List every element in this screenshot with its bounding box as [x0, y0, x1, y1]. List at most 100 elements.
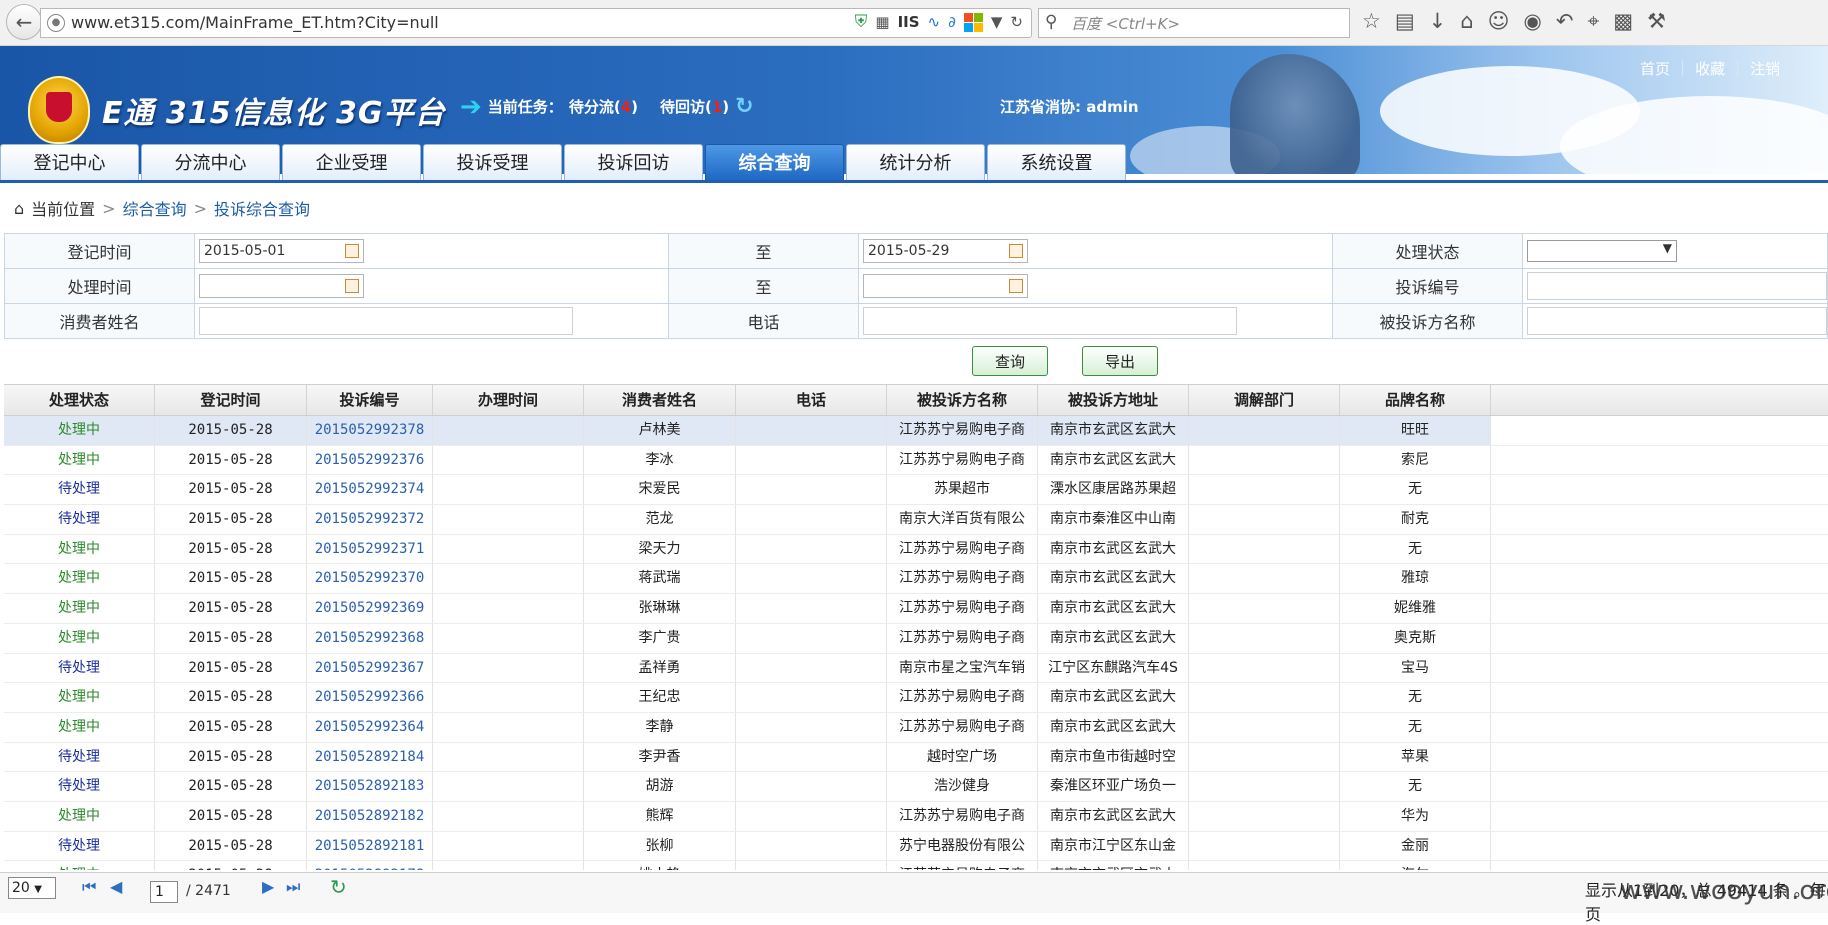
last-page-icon[interactable]: ⏭: [286, 877, 300, 897]
smiley-icon[interactable]: ☺: [1488, 9, 1510, 34]
reg-time-to-input[interactable]: 2015-05-29: [863, 239, 1028, 263]
table-row[interactable]: 处理中 2015-05-28 2015052992370 蒋武瑞 江苏苏宁易购电子商 南京…: [4, 564, 1828, 595]
proc-time-from-input[interactable]: [199, 274, 364, 298]
breadcrumb-level1[interactable]: 综合查询: [123, 196, 187, 220]
page-number-input[interactable]: 1: [150, 881, 178, 903]
table-row[interactable]: 待处理 2015-05-28 2015052892184 李尹香 越时空广场 南京市鱼市街…: [4, 742, 1828, 773]
task-dist-link[interactable]: 待分流(4): [569, 96, 638, 117]
page-size-select[interactable]: 20 ▼: [8, 877, 56, 899]
status-select[interactable]: ▼: [1527, 240, 1677, 262]
complaint-no-link[interactable]: 2015052892178: [307, 861, 433, 870]
complaint-no-link[interactable]: 2015052992368: [307, 623, 433, 653]
tab-complaint-accept[interactable]: 投诉受理: [423, 144, 562, 180]
col-phone[interactable]: 电话: [736, 385, 887, 415]
complaint-no-link[interactable]: 2015052992366: [307, 683, 433, 712]
complaint-no-link[interactable]: 2015052892181: [307, 831, 433, 861]
complaint-no-link[interactable]: 2015052992376: [307, 445, 433, 475]
reg-time-from-input[interactable]: 2015-05-01: [199, 239, 364, 263]
first-page-icon[interactable]: ⏮: [82, 877, 96, 897]
qr-code-icon[interactable]: ▦: [875, 13, 889, 31]
prev-page-icon[interactable]: ◀: [110, 877, 122, 896]
search-box[interactable]: ⚲ 百度 <Ctrl+K>: [1038, 8, 1350, 38]
next-page-icon[interactable]: ▶: [262, 877, 274, 896]
complaint-no-link[interactable]: 2015052992372: [307, 505, 433, 534]
complaint-no-link[interactable]: 2015052992364: [307, 712, 433, 742]
back-arrow-icon[interactable]: ←: [6, 4, 42, 40]
tab-register[interactable]: 登记中心: [0, 144, 139, 180]
refresh-icon[interactable]: ↻: [330, 875, 347, 899]
undo-icon[interactable]: ↶: [1556, 9, 1574, 34]
col-respondent[interactable]: 被投诉方名称: [887, 385, 1038, 415]
col-complaint-no[interactable]: 投诉编号: [307, 385, 433, 415]
table-row[interactable]: 待处理 2015-05-28 2015052992367 孟祥勇 南京市星之宝汽车销 江宁…: [4, 653, 1828, 684]
reload-icon[interactable]: ↻: [1010, 13, 1023, 31]
complaint-no-link[interactable]: 2015052992371: [307, 534, 433, 564]
table-row[interactable]: 处理中 2015-05-28 2015052992366 王纪忠 江苏苏宁易购电子商 南京…: [4, 683, 1828, 713]
table-row[interactable]: 处理中 2015-05-28 2015052992376 李冰 江苏苏宁易购电子商 南京市…: [4, 445, 1828, 476]
table-row[interactable]: 处理中2015-05-282015052892178 姚小艳 江苏苏宁易购电子商南京…: [4, 861, 1828, 870]
calendar-icon[interactable]: [345, 244, 359, 258]
dropdown-icon[interactable]: ▼: [991, 13, 1003, 31]
complaint-no-link[interactable]: 2015052992374: [307, 475, 433, 505]
complaint-no-link[interactable]: 2015052992378: [307, 416, 433, 445]
col-reg-time[interactable]: 登记时间: [155, 385, 307, 415]
col-status[interactable]: 处理状态: [4, 385, 155, 415]
tab-comprehensive-query[interactable]: 综合查询: [705, 144, 844, 180]
home-icon[interactable]: ⌂: [1460, 9, 1473, 34]
calendar-icon[interactable]: [1009, 244, 1023, 258]
col-handle-time[interactable]: 办理时间: [433, 385, 584, 415]
shield-icon[interactable]: ⛨: [855, 12, 868, 32]
tab-statistics[interactable]: 统计分析: [846, 144, 985, 180]
query-button[interactable]: 查询: [972, 346, 1048, 376]
table-row[interactable]: 处理中 2015-05-28 2015052992378 卢林美 江苏苏宁易购电子商 南京…: [4, 416, 1828, 446]
complaint-no-link[interactable]: 2015052892183: [307, 772, 433, 801]
proc-time-to-input[interactable]: [863, 274, 1028, 298]
complaint-no-link[interactable]: 2015052892182: [307, 801, 433, 831]
complaint-no-link[interactable]: 2015052992370: [307, 564, 433, 594]
consumer-input[interactable]: [199, 307, 573, 335]
tab-complaint-revisit[interactable]: 投诉回访: [564, 144, 703, 180]
breadcrumb-level2[interactable]: 投诉综合查询: [214, 196, 310, 220]
table-row[interactable]: 待处理 2015-05-28 2015052992374 宋爱民 苏果超市 溧水区康居路苏…: [4, 475, 1828, 506]
complaint-no-link[interactable]: 2015052992369: [307, 594, 433, 623]
complaint-no-input[interactable]: [1527, 272, 1827, 300]
table-row[interactable]: 处理中 2015-05-28 2015052892182 熊辉 江苏苏宁易购电子商 南京市…: [4, 801, 1828, 832]
tool-icon[interactable]: ⚒: [1647, 9, 1666, 34]
reader-icon[interactable]: ▤: [1395, 9, 1415, 34]
favorite-link[interactable]: 收藏: [1695, 58, 1725, 79]
col-address[interactable]: 被投诉方地址: [1038, 385, 1189, 415]
table-row[interactable]: 处理中 2015-05-28 2015052992364 李静 江苏苏宁易购电子商 南京市…: [4, 712, 1828, 743]
phone-input[interactable]: [863, 307, 1237, 335]
export-button[interactable]: 导出: [1082, 346, 1158, 376]
respondent-input[interactable]: [1527, 307, 1827, 335]
calendar-icon[interactable]: [345, 279, 359, 293]
ie-icon[interactable]: ∂: [948, 13, 956, 31]
logout-link[interactable]: 注销: [1750, 58, 1780, 79]
table-row[interactable]: 待处理 2015-05-28 2015052992372 范龙 南京大洋百货有限公 南京市…: [4, 505, 1828, 535]
col-consumer[interactable]: 消费者姓名: [584, 385, 736, 415]
home-link[interactable]: 首页: [1640, 58, 1670, 79]
complaint-no-link[interactable]: 2015052992367: [307, 653, 433, 683]
tab-enterprise[interactable]: 企业受理: [282, 144, 421, 180]
tab-settings[interactable]: 系统设置: [987, 144, 1126, 180]
calendar-icon[interactable]: [1009, 279, 1023, 293]
col-brand[interactable]: 品牌名称: [1340, 385, 1491, 415]
crop-icon[interactable]: ⌖: [1587, 9, 1599, 34]
train-icon[interactable]: ▩: [1613, 9, 1633, 34]
table-row[interactable]: 待处理 2015-05-28 2015052892181 张柳 苏宁电器股份有限公 南京市…: [4, 831, 1828, 862]
download-icon[interactable]: ↓: [1429, 9, 1447, 34]
bookmark-star-icon[interactable]: ☆: [1362, 9, 1381, 34]
table-row[interactable]: 处理中 2015-05-28 2015052992369 张琳琳 江苏苏宁易购电子商 南京…: [4, 594, 1828, 624]
windows-logo-icon[interactable]: [963, 12, 983, 32]
table-row[interactable]: 待处理 2015-05-28 2015052892183 胡游 浩沙健身 秦淮区环亚广场负…: [4, 772, 1828, 802]
tab-distribution[interactable]: 分流中心: [141, 144, 280, 180]
wave-icon[interactable]: ∿: [928, 13, 941, 31]
task-revisit-link[interactable]: 待回访(1): [660, 96, 729, 117]
address-bar[interactable]: ● www.et315.com/MainFrame_ET.htm?City=nu…: [40, 8, 1032, 38]
chat-icon[interactable]: ◉: [1524, 9, 1542, 34]
table-row[interactable]: 处理中 2015-05-28 2015052992371 梁天力 江苏苏宁易购电子商 南京…: [4, 534, 1828, 565]
col-mediation[interactable]: 调解部门: [1189, 385, 1340, 415]
table-row[interactable]: 处理中 2015-05-28 2015052992368 李广贵 江苏苏宁易购电子商 南京…: [4, 623, 1828, 654]
refresh-icon[interactable]: ↻: [735, 94, 753, 119]
complaint-no-link[interactable]: 2015052892184: [307, 742, 433, 772]
